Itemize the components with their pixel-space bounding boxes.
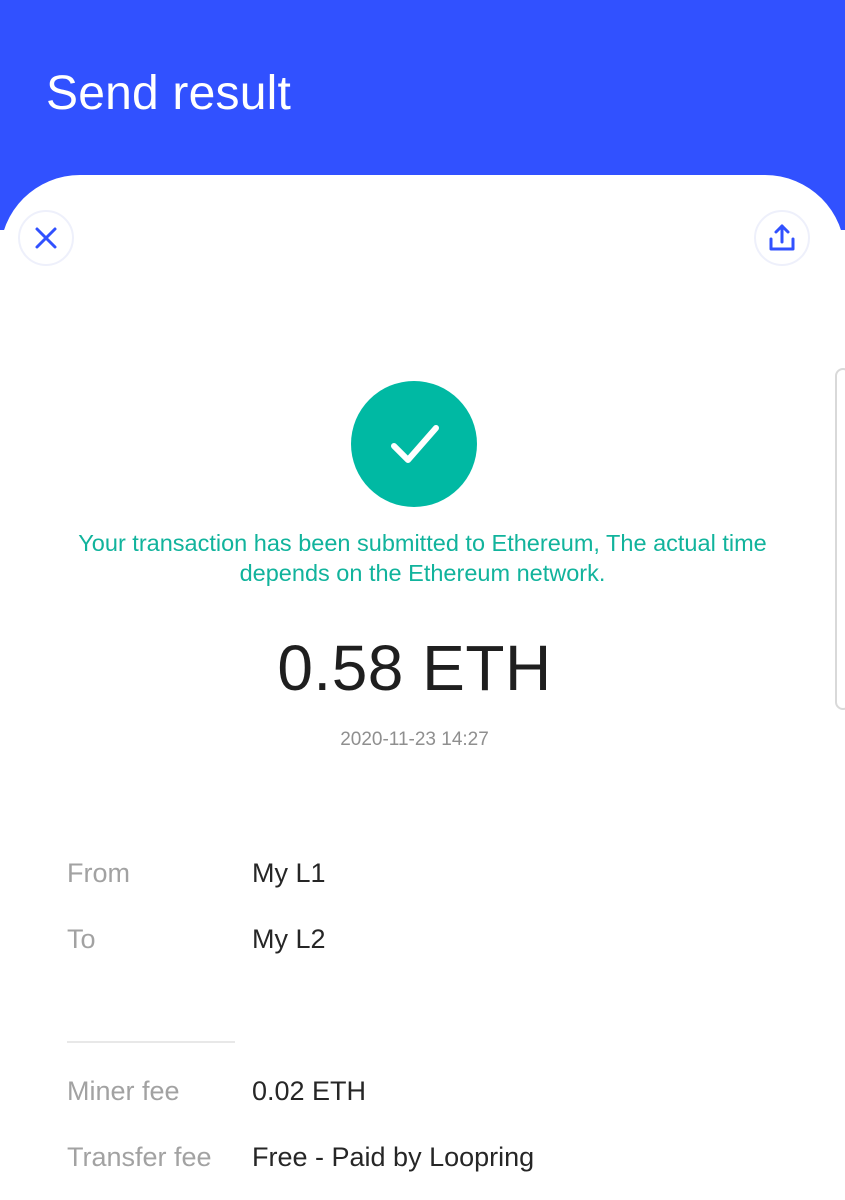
transfer-fee-value: Free - Paid by Loopring [252,1142,535,1172]
miner-fee-value: 0.02 ETH [252,1076,367,1106]
from-label: From [67,858,130,888]
share-button[interactable] [754,210,810,266]
transaction-timestamp: 2020-11-23 14:27 [340,729,489,750]
close-button[interactable] [18,210,74,266]
success-badge [351,381,477,507]
transaction-amount: 0.58 ETH [277,632,552,704]
from-value: My L1 [252,858,326,888]
miner-fee-label: Miner fee [67,1076,180,1106]
page-title: Send result [46,67,292,120]
transfer-fee-label: Transfer fee [67,1142,212,1172]
share-icon [769,224,795,251]
section-divider [67,1041,235,1043]
to-label: To [67,924,96,954]
status-message: Your transaction has been submitted to E… [78,530,767,586]
check-icon [391,425,439,463]
scrollbar[interactable] [835,368,845,710]
close-icon [35,227,57,249]
to-value: My L2 [252,924,326,954]
